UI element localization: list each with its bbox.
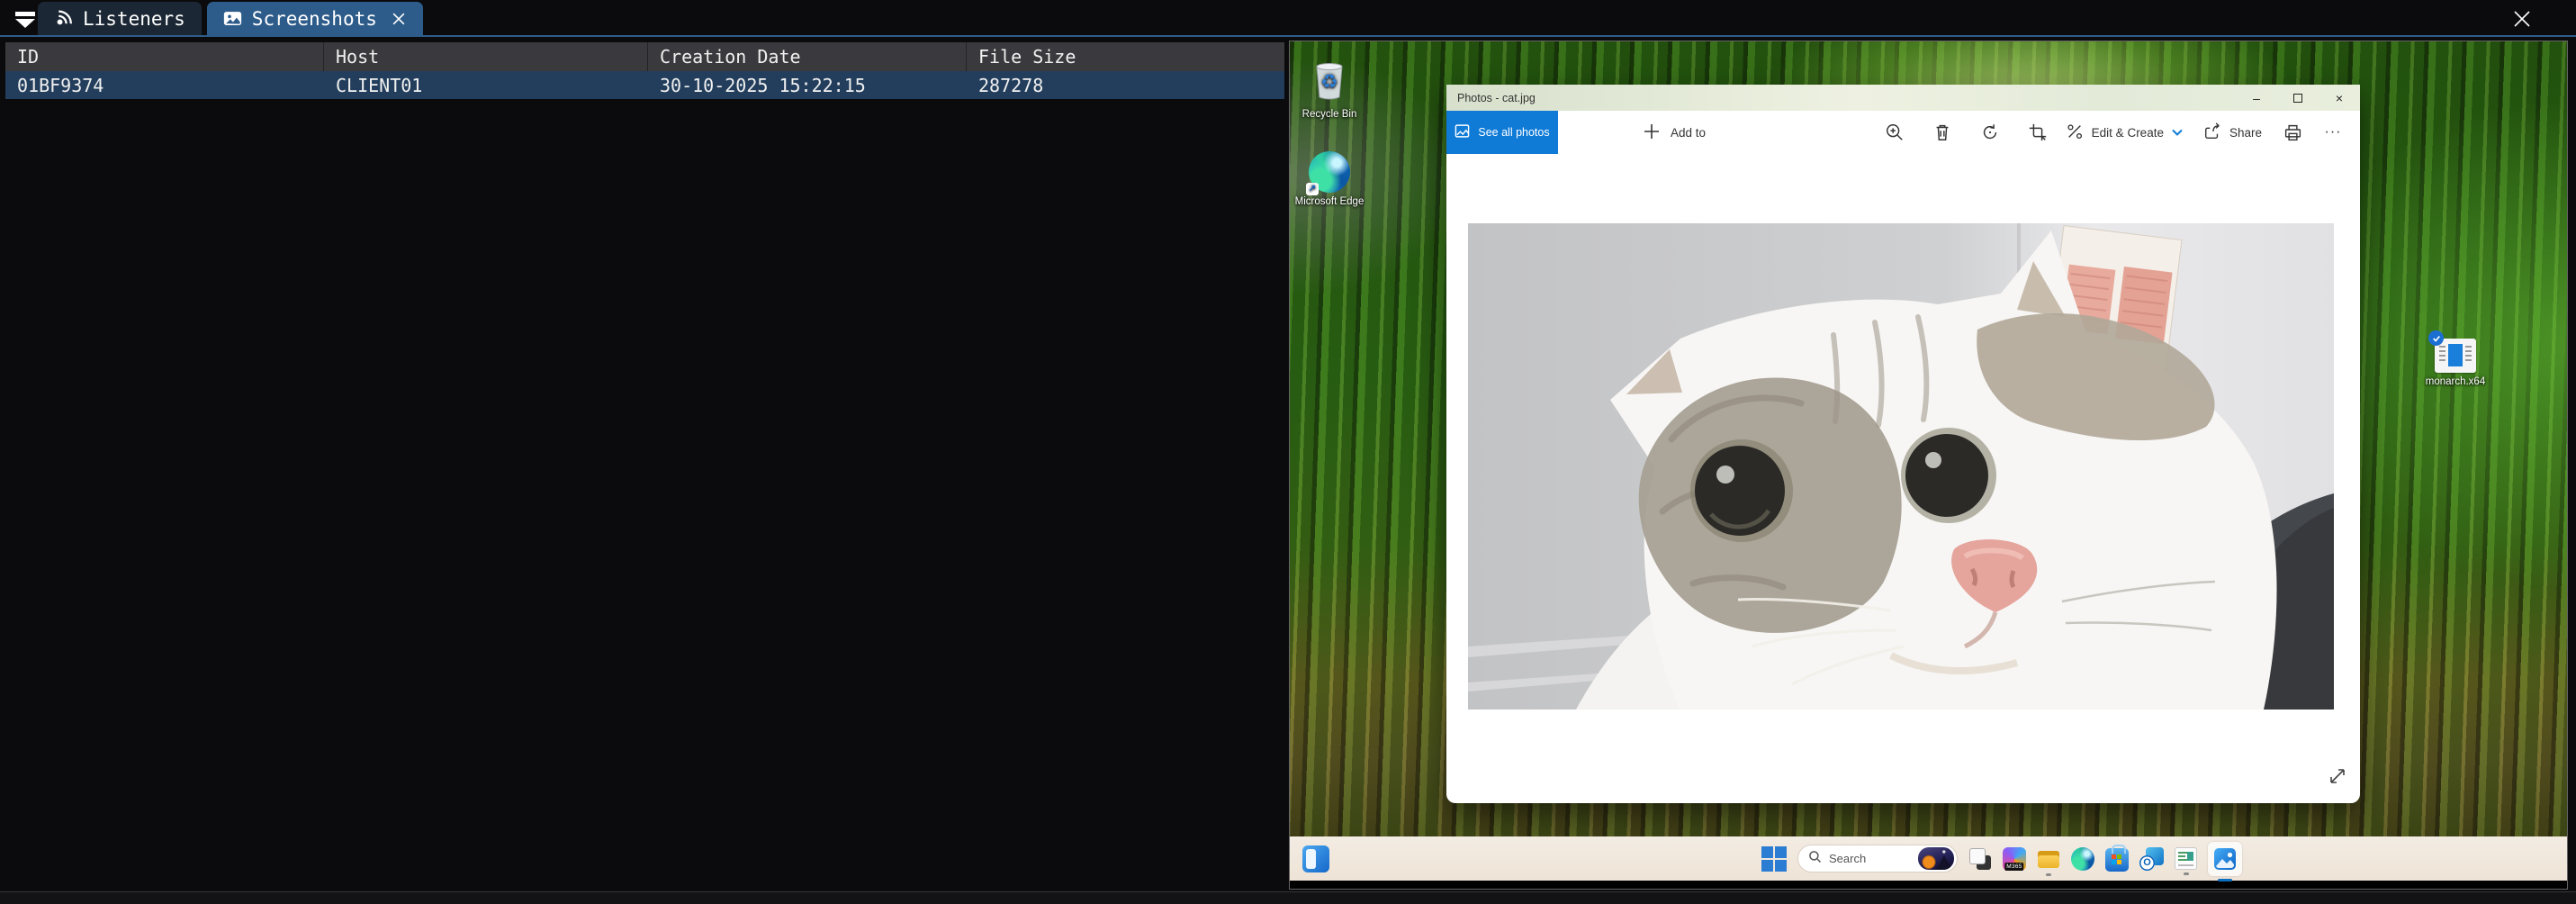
photos-gallery-icon: [1455, 123, 1470, 141]
taskbar-center: Search M365: [1761, 836, 2242, 881]
status-strip: [0, 891, 2576, 904]
start-button[interactable]: [1761, 846, 1787, 872]
table-row-selected[interactable]: 01BF9374 CLIENT01 30-10-2025 15:22:15 28…: [5, 71, 1284, 99]
photos-app-button[interactable]: [2208, 842, 2242, 876]
more-options-button[interactable]: ···: [2317, 116, 2349, 149]
search-placeholder: Search: [1829, 852, 1911, 865]
plus-icon: [1643, 122, 1661, 143]
cat-photo: [1468, 223, 2334, 710]
dropdown-bar-icon: [15, 12, 35, 16]
windows-logo-icon: [1761, 846, 1787, 872]
radar-icon: [54, 9, 73, 28]
tab-screenshots[interactable]: Screenshots: [207, 2, 423, 35]
window-controls: – ×: [2236, 85, 2360, 111]
chevron-down-icon: [2172, 126, 2183, 140]
print-icon[interactable]: [2276, 116, 2309, 149]
zoom-icon[interactable]: [1878, 116, 1911, 149]
shortcut-arrow-icon: ↗: [1306, 183, 1319, 195]
desktop-icon-monarch-x64[interactable]: monarch.x64: [2414, 339, 2497, 389]
notepad-button[interactable]: [2175, 847, 2197, 870]
edge-icon: [2071, 847, 2094, 871]
outlook-icon: O: [2139, 847, 2164, 871]
edge-button[interactable]: [2071, 847, 2094, 871]
notepad-icon: [2175, 847, 2197, 870]
application-window: Listeners Screenshots ID Host Creation D…: [0, 0, 2576, 904]
chevron-down-icon: [15, 19, 35, 28]
desktop-icon-microsoft-edge[interactable]: ↗ Microsoft Edge: [1289, 151, 1371, 209]
search-highlight-thumbnail: [1918, 847, 1954, 870]
crop-icon[interactable]: [2022, 116, 2054, 149]
column-header-host[interactable]: Host: [324, 42, 648, 71]
add-to-button[interactable]: Add to: [1643, 122, 1706, 143]
file-explorer-icon: [2037, 847, 2060, 871]
close-button[interactable]: ×: [2319, 85, 2360, 111]
photos-app-window: Photos - cat.jpg – × See all photos: [1446, 85, 2360, 803]
cell-creation-date: 30-10-2025 15:22:15: [648, 71, 967, 99]
delete-icon[interactable]: [1926, 116, 1959, 149]
photos-app-icon: [2208, 842, 2242, 876]
window-title: Photos - cat.jpg: [1457, 92, 1536, 104]
column-header-id[interactable]: ID: [5, 42, 324, 71]
tab-label: Screenshots: [252, 8, 377, 30]
tab-close-icon[interactable]: [391, 11, 407, 27]
tab-listeners[interactable]: Listeners: [38, 2, 202, 35]
edit-create-icon: [2066, 122, 2084, 143]
fullscreen-expand-icon[interactable]: [2327, 765, 2348, 787]
outlook-button[interactable]: O: [2139, 847, 2164, 871]
see-all-photos-button[interactable]: See all photos: [1446, 111, 1558, 154]
running-indicator: [2046, 873, 2051, 876]
desktop-icon-recycle-bin[interactable]: ♻ Recycle Bin: [1289, 58, 1371, 122]
check-badge-icon: [2428, 330, 2444, 346]
column-header-file-size[interactable]: File Size: [967, 42, 1284, 71]
running-indicator: [2184, 872, 2189, 875]
screenshots-table: ID Host Creation Date File Size 01BF9374…: [5, 42, 1284, 99]
svg-text:♻: ♻: [1320, 70, 1338, 93]
executable-icon: [2435, 339, 2476, 373]
m365-copilot-button[interactable]: M365: [2003, 847, 2026, 871]
desktop-icon-label: Recycle Bin: [1302, 109, 1357, 122]
edge-icon: ↗: [1309, 151, 1350, 193]
share-button[interactable]: Share: [2197, 122, 2268, 143]
search-icon: [1808, 850, 1822, 868]
widgets-icon[interactable]: [1302, 845, 1329, 872]
windows-taskbar: Search M365: [1290, 836, 2567, 881]
table-header-row: ID Host Creation Date File Size: [5, 42, 1284, 71]
cell-file-size: 287278: [967, 71, 1284, 99]
active-app-indicator: [2218, 879, 2232, 881]
cell-id: 01BF9374: [5, 71, 324, 99]
tab-strip: Listeners Screenshots: [38, 2, 423, 35]
photos-toolbar-right: Edit & Create Share ···: [2059, 111, 2349, 154]
column-header-creation-date[interactable]: Creation Date: [648, 42, 967, 71]
desktop-icon-label: Microsoft Edge: [1295, 196, 1365, 209]
tab-label: Listeners: [83, 8, 185, 30]
image-icon: [223, 9, 242, 28]
m365-copilot-icon: M365: [2003, 847, 2026, 871]
photos-content-area: [1446, 154, 2360, 803]
task-view-button[interactable]: [1968, 847, 1992, 871]
maximize-icon: [2293, 94, 2302, 103]
minimize-button[interactable]: –: [2236, 85, 2277, 111]
taskbar-search-box[interactable]: Search: [1797, 845, 1958, 872]
photos-toolbar: See all photos Add to: [1446, 111, 2360, 154]
tab-bar: Listeners Screenshots: [0, 0, 2576, 37]
maximize-button[interactable]: [2277, 85, 2319, 111]
file-explorer-button[interactable]: [2037, 847, 2060, 871]
task-view-icon: [1968, 847, 1992, 871]
photos-title-bar[interactable]: Photos - cat.jpg – ×: [1446, 85, 2360, 111]
rotate-icon[interactable]: [1974, 116, 2006, 149]
cell-host: CLIENT01: [324, 71, 648, 99]
screenshot-preview-panel: ♻ Recycle Bin ↗ Microsoft Edge monarch.x…: [1289, 41, 2568, 890]
store-icon: [2105, 848, 2129, 872]
share-icon: [2203, 122, 2221, 143]
panel-close-button[interactable]: [2509, 7, 2535, 31]
edit-create-button[interactable]: Edit & Create: [2059, 122, 2189, 143]
recycle-bin-icon: ♻: [1310, 58, 1349, 105]
photo-tools: [1878, 111, 2054, 154]
microsoft-store-button[interactable]: [2105, 845, 2129, 872]
desktop-icon-label: monarch.x64: [2426, 376, 2485, 389]
